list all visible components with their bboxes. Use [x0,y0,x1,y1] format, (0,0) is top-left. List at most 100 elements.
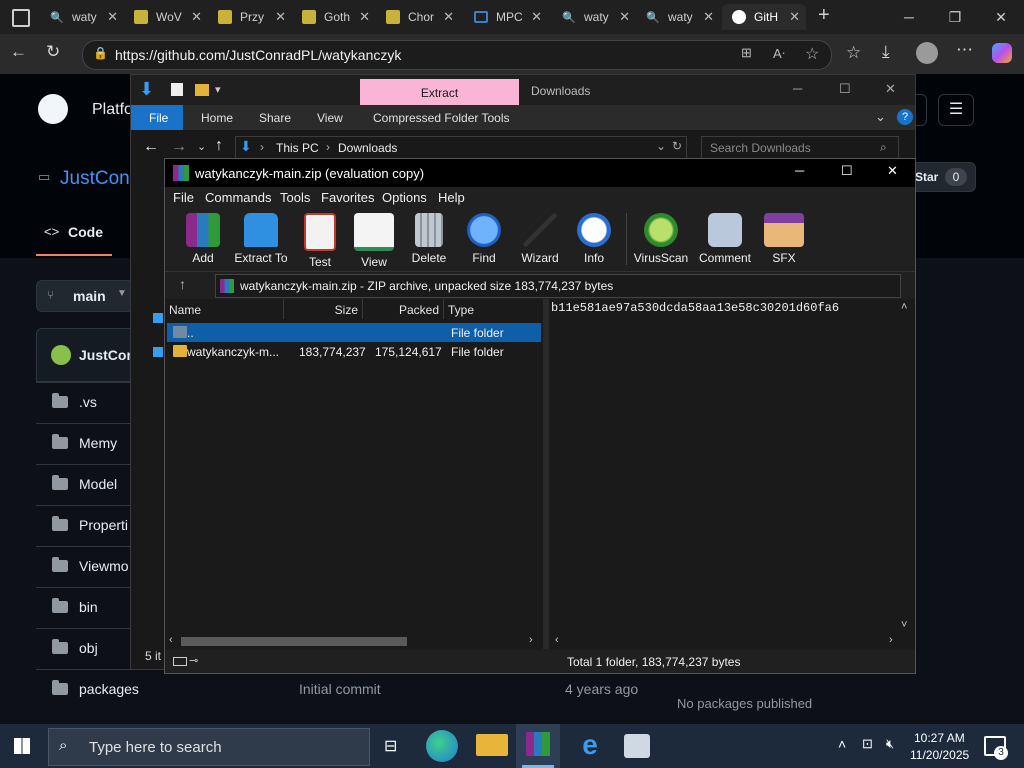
scroll-right-icon[interactable]: › [889,634,893,646]
close-icon[interactable]: ✕ [531,9,542,25]
view-button[interactable]: View [344,213,404,269]
comment-button[interactable]: Comment [695,213,755,265]
network-icon[interactable] [153,347,163,357]
up-folder-icon[interactable]: ↑ [179,276,186,292]
app-icon[interactable] [624,734,650,758]
forward-icon[interactable]: → [171,138,187,156]
delete-button[interactable]: Delete [399,213,459,265]
column-header-packed[interactable]: Packed [363,299,444,319]
scrollbar-thumb[interactable] [181,637,407,646]
minimize-button[interactable]: ─ [793,81,802,96]
scroll-left-icon[interactable]: ‹ [555,634,559,646]
branch-selector[interactable]: ⑂ main ▼ [36,280,134,312]
column-header-name[interactable]: Name [165,299,284,319]
scroll-up-icon[interactable]: ˄ [901,301,907,313]
browser-tab[interactable]: 🔍 waty ✕ [636,4,720,30]
wizard-button[interactable]: Wizard [510,213,570,265]
ribbon-tab-view[interactable]: View [317,111,343,125]
breadcrumb-downloads[interactable]: Downloads [338,141,397,155]
list-item[interactable]: .. File folder [167,323,541,342]
maximize-button[interactable]: ☐ [839,81,851,97]
virusscan-button[interactable]: VirusScan [631,213,691,265]
horizontal-scrollbar[interactable]: ‹ › [549,633,915,649]
site-info-icon[interactable]: 🔒 [93,46,108,60]
close-icon[interactable]: ✕ [443,9,454,25]
extract-context-tab[interactable]: Extract [360,79,519,105]
downloads-icon[interactable]: ⤓ [882,42,890,62]
search-downloads-input[interactable]: Search Downloads ⌕ [701,136,899,160]
breadcrumb[interactable]: ⬇ › This PC › Downloads ⌄ ↻ [235,136,687,160]
maximize-button[interactable]: ❐ [932,0,978,34]
scroll-down-icon[interactable]: ˅ [901,619,907,631]
maximize-button[interactable]: ☐ [841,163,853,179]
task-view-icon[interactable]: ⊟ [384,736,397,756]
tab-code[interactable]: Code [68,224,103,240]
refresh-icon[interactable]: ↻ [672,139,682,153]
info-button[interactable]: Info [564,213,624,265]
hamburger-menu-button[interactable]: ☰ [938,94,974,126]
url-field[interactable]: 🔒 https://github.com/JustConradPL/watyka… [82,40,832,70]
drive-icon[interactable] [173,657,187,666]
path-field[interactable]: watykanczyk-main.zip - ZIP archive, unpa… [215,274,901,298]
properties-icon[interactable] [171,83,183,96]
ribbon-tab-home[interactable]: Home [201,111,233,125]
menu-commands[interactable]: Commands [205,190,271,205]
browser-tab[interactable]: 🔍 waty ✕ [40,4,124,30]
menu-file[interactable]: File [173,190,194,205]
browser-tab[interactable]: Chor ✕ [376,4,460,30]
taskbar-search-box[interactable]: ⌕ Type here to search [48,728,370,766]
folder-icon[interactable] [153,313,163,323]
find-button[interactable]: Find [454,213,514,265]
help-icon[interactable]: ? [897,109,913,125]
close-button[interactable]: ✕ [887,163,898,179]
breadcrumb-this-pc[interactable]: This PC [276,141,319,155]
ribbon-tab-file[interactable]: File [149,111,168,125]
copilot-icon[interactable] [992,43,1012,63]
winrar-taskbar-active[interactable] [516,724,560,768]
repo-owner-link[interactable]: JustCon [60,168,130,190]
close-icon[interactable]: ✕ [703,9,714,25]
network-icon[interactable]: ⊡ [862,736,873,752]
chevron-down-icon[interactable]: ⌄ [875,109,886,125]
star-button[interactable]: Star 0 [910,162,976,192]
show-hidden-icons-icon[interactable]: ˄ [838,736,846,752]
list-item[interactable]: watykanczyk-m... 183,774,237 175,124,617… [167,342,541,361]
page-scrollbar[interactable] [1006,258,1018,724]
browser-tab[interactable]: 🔍 waty ✕ [552,4,636,30]
more-menu-icon[interactable]: ⋯ [956,40,973,60]
close-icon[interactable]: ✕ [619,9,630,25]
chevron-down-icon[interactable]: ⌄ [656,139,666,153]
ribbon-tab-compressed-folder-tools[interactable]: Compressed Folder Tools [373,111,510,125]
close-button[interactable]: ✕ [978,0,1024,34]
browser-tab[interactable]: WoV ✕ [124,4,208,30]
test-button[interactable]: Test [290,213,350,269]
horizontal-scrollbar[interactable]: ‹ › [165,633,543,649]
menu-help[interactable]: Help [438,190,465,205]
key-icon[interactable]: ⊸ [189,654,198,667]
new-folder-icon[interactable] [195,84,209,96]
minimize-button[interactable]: ─ [795,163,804,178]
browser-tab[interactable]: Przy ✕ [208,4,292,30]
sfx-button[interactable]: SFX [754,213,814,265]
file-row[interactable]: packages Initial commit 4 years ago [36,669,676,710]
commit-author[interactable]: JustCon [79,347,135,363]
back-icon[interactable]: ← [143,138,159,156]
close-icon[interactable]: ✕ [191,9,202,25]
github-logo-icon[interactable] [38,94,68,124]
close-icon[interactable]: ✕ [107,9,118,25]
favorite-star-icon[interactable]: ☆ [805,44,819,64]
app-available-icon[interactable]: ⊞ [741,45,752,61]
customize-qat-icon[interactable]: ▾ [215,83,221,96]
up-icon[interactable]: ↑ [215,137,223,155]
favorites-icon[interactable]: ☆ [846,43,861,63]
column-header-size[interactable]: Size [284,299,363,319]
edge-icon[interactable] [426,730,458,762]
extract-to-button[interactable]: Extract To [231,213,291,265]
new-tab-button[interactable]: + [818,4,830,27]
tab-actions-icon[interactable] [12,9,30,27]
file-explorer-icon[interactable] [476,734,508,756]
column-header-type[interactable]: Type [444,299,541,319]
minimize-button[interactable]: ─ [886,0,932,34]
back-icon[interactable]: ← [10,42,27,62]
browser-tab[interactable]: MPC ✕ [464,4,548,30]
